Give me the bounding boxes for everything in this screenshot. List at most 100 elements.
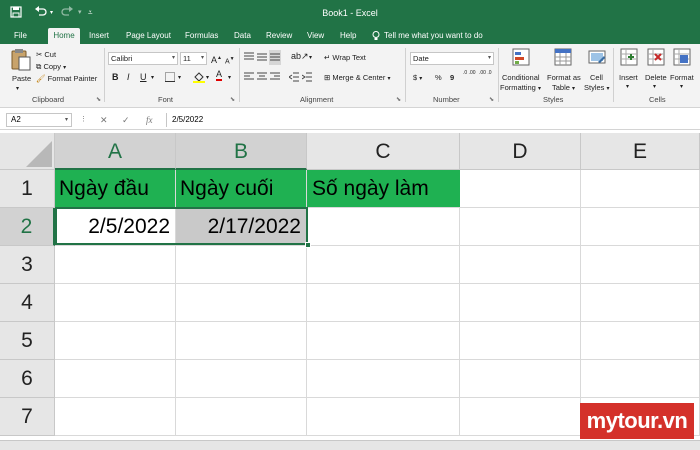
cell-d3[interactable] — [460, 246, 581, 284]
cell-a3[interactable] — [55, 246, 176, 284]
bold-button[interactable]: B — [112, 72, 119, 83]
cell-styles-label[interactable]: Styles ▾ — [584, 82, 610, 95]
paste-icon[interactable] — [10, 48, 32, 72]
cell-d6[interactable] — [460, 360, 581, 398]
align-left-icon[interactable] — [244, 72, 254, 85]
cell-a2[interactable]: 2/5/2022 — [55, 208, 176, 246]
tab-view[interactable]: View — [305, 28, 326, 44]
shrink-font-button[interactable]: A▼ — [225, 54, 235, 67]
align-center-icon[interactable] — [257, 72, 267, 85]
select-all-button[interactable] — [0, 133, 55, 170]
bottom-align-icon[interactable] — [269, 50, 281, 65]
row-header-6[interactable]: 6 — [0, 360, 55, 398]
decrease-decimal-button[interactable]: .00 .0 — [479, 70, 493, 76]
tab-file[interactable]: File — [12, 28, 29, 44]
cell-a7[interactable] — [55, 398, 176, 436]
cell-a4[interactable] — [55, 284, 176, 322]
insert-dropdown-icon[interactable]: ▾ — [626, 82, 629, 93]
cell-c5[interactable] — [307, 322, 460, 360]
column-header-e[interactable]: E — [581, 133, 700, 170]
name-box[interactable]: A2 ▾ — [6, 113, 72, 127]
decrease-indent-icon[interactable] — [288, 72, 299, 85]
number-format-select[interactable]: Date ▾ — [410, 52, 494, 65]
tell-me-search[interactable]: Tell me what you want to do — [382, 28, 485, 44]
format-painter-button[interactable]: 🖌 Format Painter — [36, 73, 97, 84]
clipboard-launcher-icon[interactable]: ⬊ — [96, 95, 101, 106]
cell-c6[interactable] — [307, 360, 460, 398]
tab-insert[interactable]: Insert — [87, 28, 111, 44]
row-header-2[interactable]: 2 — [0, 208, 55, 246]
middle-align-icon[interactable] — [257, 52, 267, 65]
cell-a6[interactable] — [55, 360, 176, 398]
cell-d1[interactable] — [460, 170, 581, 208]
merge-center-button[interactable]: ⊞ Merge & Center ▾ — [324, 72, 390, 85]
cell-c2[interactable] — [307, 208, 460, 246]
row-header-5[interactable]: 5 — [0, 322, 55, 360]
number-launcher-icon[interactable]: ⬊ — [489, 95, 494, 106]
cell-c1[interactable]: Số ngày làm — [307, 170, 460, 208]
tab-page-layout[interactable]: Page Layout — [124, 28, 173, 44]
increase-indent-icon[interactable] — [301, 72, 312, 85]
tab-help[interactable]: Help — [338, 28, 358, 44]
italic-button[interactable]: I — [127, 72, 130, 83]
column-header-b[interactable]: B — [176, 133, 307, 170]
cell-b3[interactable] — [176, 246, 307, 284]
cell-b1[interactable]: Ngày cuối — [176, 170, 307, 208]
cell-e2[interactable] — [581, 208, 700, 246]
column-header-a[interactable]: A — [55, 133, 176, 170]
column-header-d[interactable]: D — [460, 133, 581, 170]
row-header-3[interactable]: 3 — [0, 246, 55, 284]
font-size-select[interactable]: 11 ▾ — [180, 52, 207, 65]
cell-d5[interactable] — [460, 322, 581, 360]
delete-dropdown-icon[interactable]: ▾ — [653, 82, 656, 93]
tab-formulas[interactable]: Formulas — [183, 28, 220, 44]
cell-a5[interactable] — [55, 322, 176, 360]
font-launcher-icon[interactable]: ⬊ — [230, 95, 235, 106]
currency-button[interactable]: $ ▾ — [413, 72, 422, 85]
conditional-formatting-label[interactable]: Formatting ▾ — [500, 82, 541, 95]
column-header-c[interactable]: C — [307, 133, 460, 170]
enter-icon[interactable]: ✓ — [122, 113, 130, 127]
insert-function-button[interactable]: fx — [146, 113, 153, 127]
fill-color-dropdown-icon[interactable]: ▾ — [206, 73, 209, 84]
percent-button[interactable]: % — [435, 72, 442, 83]
cell-e6[interactable] — [581, 360, 700, 398]
cell-e1[interactable] — [581, 170, 700, 208]
cell-b5[interactable] — [176, 322, 307, 360]
tab-review[interactable]: Review — [264, 28, 294, 44]
cell-c4[interactable] — [307, 284, 460, 322]
cell-c7[interactable] — [307, 398, 460, 436]
orientation-icon[interactable]: ab↗ — [291, 51, 309, 62]
borders-dropdown-icon[interactable]: ▾ — [178, 73, 181, 84]
wrap-text-button[interactable]: ↵ Wrap Text — [324, 52, 366, 63]
font-color-button[interactable]: A — [216, 70, 223, 81]
tab-home[interactable]: Home — [48, 28, 80, 44]
font-color-dropdown-icon[interactable]: ▾ — [228, 73, 231, 84]
cell-d7[interactable] — [460, 398, 581, 436]
cancel-icon[interactable]: ✕ — [100, 113, 108, 127]
formula-input[interactable]: 2/5/2022 — [166, 113, 700, 127]
paste-button[interactable]: Paste — [12, 73, 31, 84]
format-as-table-label[interactable]: Table ▾ — [552, 82, 575, 95]
cell-b2[interactable]: 2/17/2022 — [176, 208, 307, 246]
orientation-dropdown-icon[interactable]: ▾ — [309, 53, 312, 64]
cell-d4[interactable] — [460, 284, 581, 322]
increase-decimal-button[interactable]: .0 .00 — [463, 70, 477, 76]
cell-b6[interactable] — [176, 360, 307, 398]
row-header-4[interactable]: 4 — [0, 284, 55, 322]
comma-button[interactable]: 9 — [450, 72, 454, 83]
cell-e5[interactable] — [581, 322, 700, 360]
font-name-select[interactable]: Calibri ▾ — [108, 52, 178, 65]
cell-e4[interactable] — [581, 284, 700, 322]
cell-b4[interactable] — [176, 284, 307, 322]
underline-button[interactable]: U — [140, 72, 147, 83]
align-right-icon[interactable] — [270, 72, 280, 85]
alignment-launcher-icon[interactable]: ⬊ — [396, 95, 401, 106]
cell-a1[interactable]: Ngày đầu — [55, 170, 176, 208]
paste-dropdown-icon[interactable]: ▾ — [16, 84, 19, 95]
underline-dropdown-icon[interactable]: ▾ — [151, 73, 154, 84]
cut-button[interactable]: ✂ Cut — [36, 49, 56, 60]
cell-c3[interactable] — [307, 246, 460, 284]
row-header-7[interactable]: 7 — [0, 398, 55, 436]
borders-icon[interactable] — [165, 72, 175, 85]
